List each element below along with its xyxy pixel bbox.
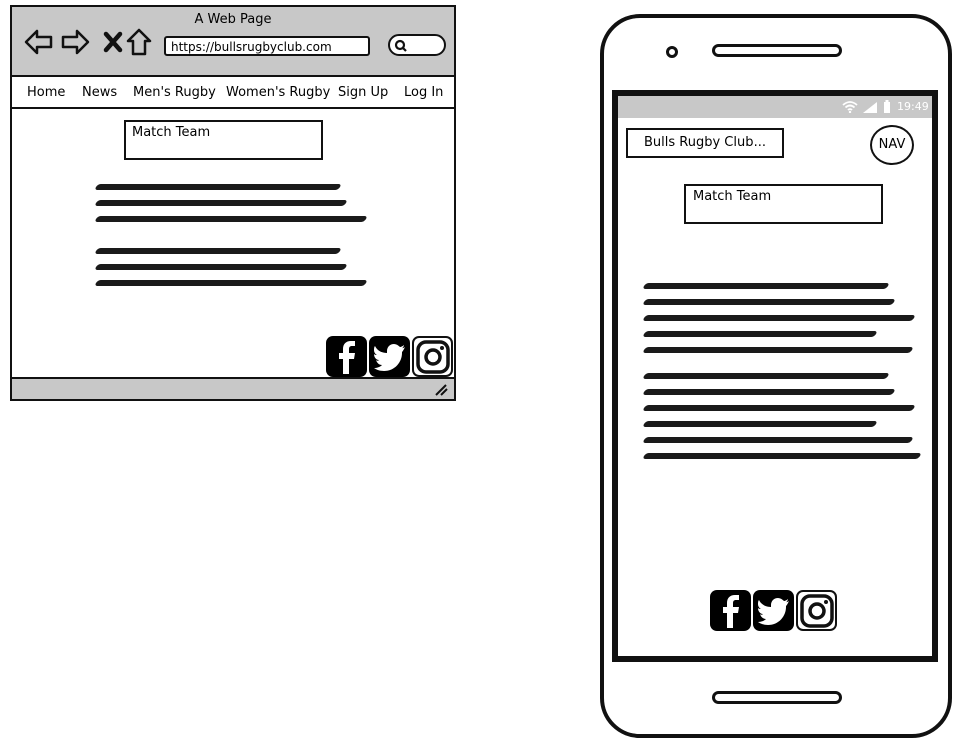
placeholder-line: [642, 283, 890, 289]
social-links: [326, 336, 453, 377]
resize-grip-icon[interactable]: [434, 384, 448, 396]
placeholder-line: [642, 437, 914, 443]
nav-mens-rugby[interactable]: Men's Rugby: [133, 85, 216, 100]
phone-screen: 19:49 Bulls Rugby Club ... NAV Match Tea…: [612, 90, 938, 662]
window-title: A Web Page: [194, 12, 272, 27]
instagram-icon[interactable]: [412, 336, 453, 377]
placeholder-line: [642, 315, 916, 321]
placeholder-line: [94, 200, 348, 206]
phone-status-bar: 19:49: [618, 96, 932, 118]
facebook-icon[interactable]: [326, 336, 367, 377]
placeholder-line: [94, 280, 368, 286]
club-name-box: Bulls Rugby Club ...: [626, 128, 784, 158]
desktop-browser-window: A Web Page https://bullsrugbyclub.com Ho…: [10, 5, 456, 401]
match-team-box: Match Team: [124, 120, 323, 160]
search-icon: [394, 39, 407, 52]
nav-home[interactable]: Home: [27, 85, 65, 100]
placeholder-line: [642, 373, 890, 379]
placeholder-line: [94, 216, 368, 222]
placeholder-line: [642, 405, 916, 411]
match-team-label: Match Team: [132, 125, 211, 140]
placeholder-line: [94, 184, 342, 190]
home-button[interactable]: [712, 691, 842, 704]
club-name: Bulls Rugby Club: [644, 135, 754, 150]
battery-icon: [884, 100, 890, 113]
nav-menu-button[interactable]: NAV: [870, 125, 914, 165]
twitter-icon[interactable]: [753, 590, 794, 631]
wifi-icon: [842, 101, 858, 113]
nav-news[interactable]: News: [82, 85, 117, 100]
earpiece-speaker: [712, 44, 842, 57]
match-team-box: Match Team: [684, 184, 883, 224]
address-bar[interactable]: https://bullsrugbyclub.com: [164, 36, 370, 56]
club-ellipsis: ...: [753, 135, 766, 150]
placeholder-line: [642, 389, 896, 395]
browser-titlebar: A Web Page https://bullsrugbyclub.com: [12, 7, 454, 77]
match-team-label: Match Team: [693, 189, 772, 204]
home-icon[interactable]: [124, 27, 154, 57]
forward-arrow-icon[interactable]: [60, 27, 90, 57]
site-navbar: Home News Men's Rugby Women's Rugby Sign…: [12, 79, 454, 109]
placeholder-line: [642, 421, 878, 427]
placeholder-line: [642, 453, 922, 459]
facebook-icon[interactable]: [710, 590, 751, 631]
placeholder-line: [94, 264, 348, 270]
placeholder-line: [642, 299, 896, 305]
status-time: 19:49: [897, 100, 929, 113]
front-camera-icon: [666, 46, 678, 58]
browser-statusbar: [12, 377, 454, 399]
nav-womens-rugby[interactable]: Women's Rugby: [226, 85, 330, 100]
instagram-icon[interactable]: [796, 590, 837, 631]
back-arrow-icon[interactable]: [24, 27, 54, 57]
placeholder-line: [94, 248, 342, 254]
nav-sign-up[interactable]: Sign Up: [338, 85, 388, 100]
placeholder-line: [642, 331, 878, 337]
placeholder-line: [642, 347, 914, 353]
browser-search-field[interactable]: [388, 34, 446, 56]
social-links: [710, 590, 837, 631]
twitter-icon[interactable]: [369, 336, 410, 377]
signal-icon: [863, 102, 877, 113]
nav-log-in[interactable]: Log In: [404, 85, 443, 100]
